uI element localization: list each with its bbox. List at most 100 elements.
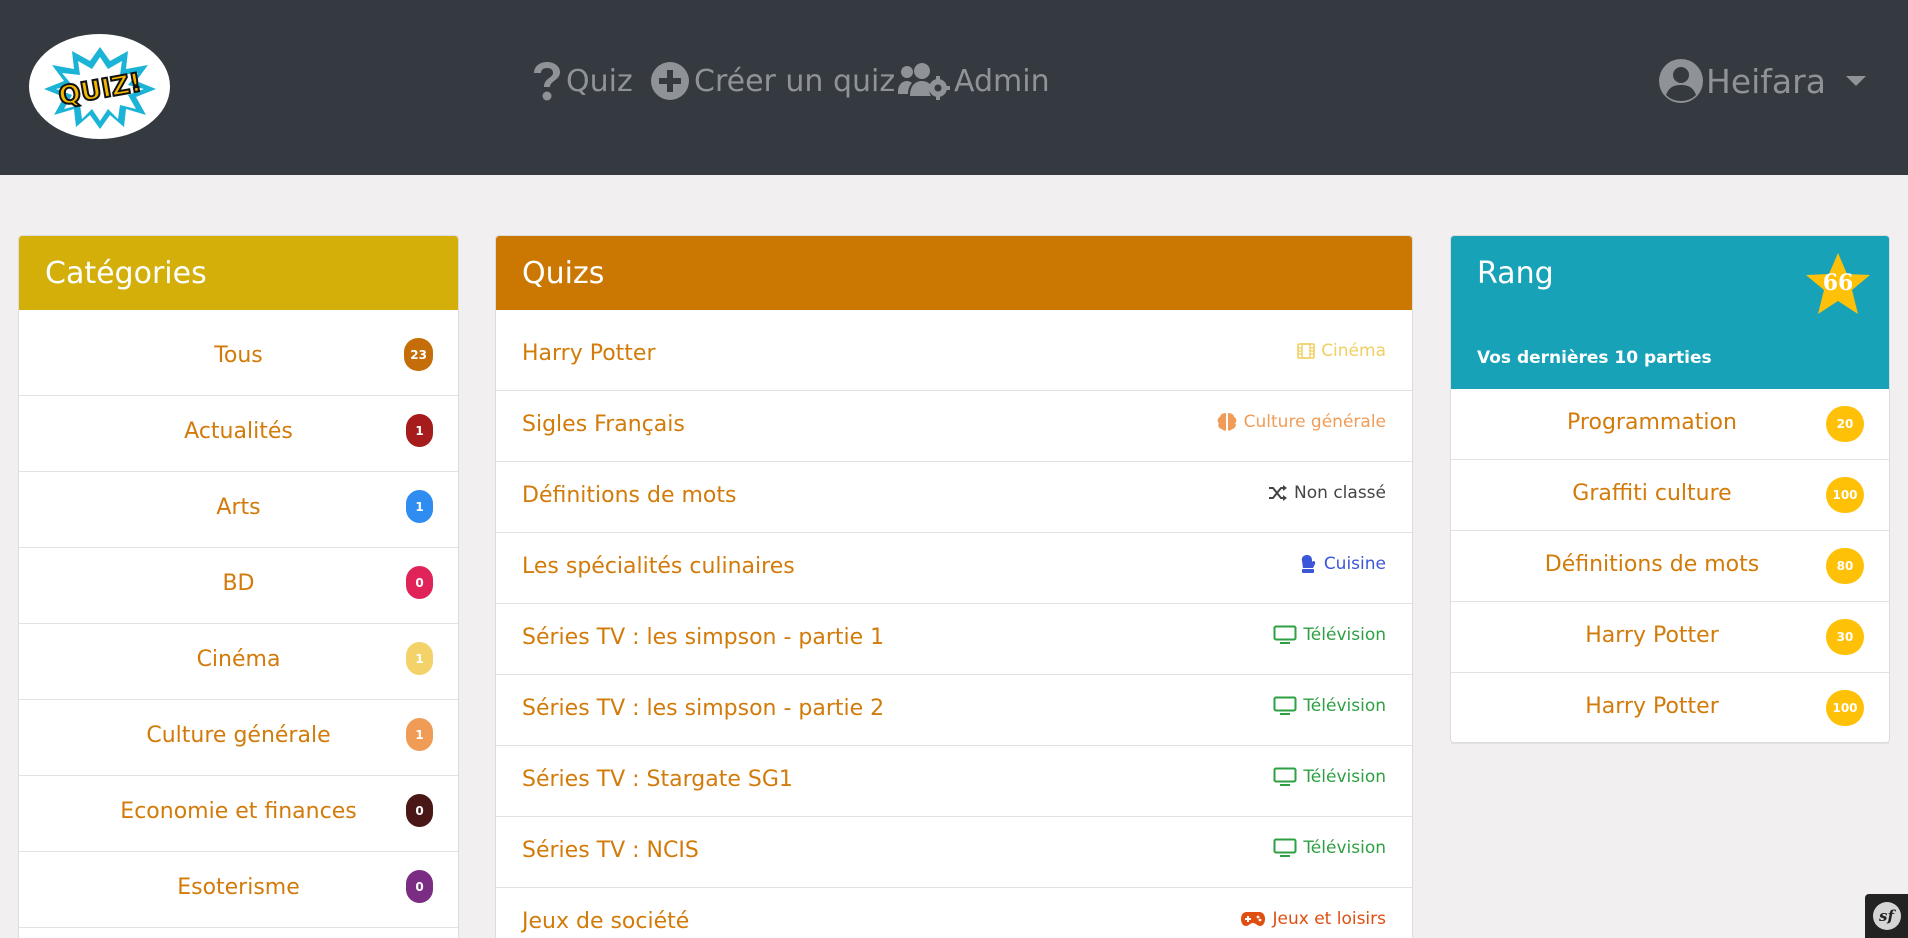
rank-item-label: Harry Potter xyxy=(1585,693,1719,719)
quiz-title: Les spécialités culinaires xyxy=(522,553,795,579)
film-icon xyxy=(1297,343,1315,359)
rank-list: Programmation 20 Graffiti culture 100 Défini… xyxy=(1451,389,1889,744)
quiz-title: Jeux de société xyxy=(522,908,690,934)
category-label: Esoterisme xyxy=(177,875,300,900)
quiz-category: Cuisine xyxy=(1300,554,1386,574)
rank-card: Rang 66 Vos dernières 10 parties Program… xyxy=(1450,235,1890,744)
quiz-category: Jeux et loisirs xyxy=(1240,909,1386,929)
rank-item-label: Graffiti culture xyxy=(1572,480,1732,506)
category-item[interactable]: Cinéma 1 xyxy=(19,624,458,700)
rank-item[interactable]: Harry Potter 100 xyxy=(1451,673,1889,744)
category-item[interactable]: Esoterisme 0 xyxy=(19,852,458,928)
gamepad-icon xyxy=(1240,911,1266,927)
question-icon xyxy=(534,62,560,101)
quiz-title: Séries TV : les simpson - partie 1 xyxy=(522,624,885,650)
quiz-logo-icon: QUIZ! xyxy=(43,46,156,129)
rank-score-badge: 80 xyxy=(1826,548,1864,584)
quizs-card: Quizs Harry Potter Cinéma Sigles Français C… xyxy=(495,235,1413,938)
quiz-category: Télévision xyxy=(1273,696,1386,716)
quiz-category-label: Télévision xyxy=(1303,767,1386,787)
category-count-badge: 1 xyxy=(406,490,433,523)
rank-item[interactable]: Harry Potter 30 xyxy=(1451,602,1889,673)
rank-title: Rang xyxy=(1477,256,1554,291)
category-count-badge: 23 xyxy=(404,338,433,371)
rank-item-label: Programmation xyxy=(1567,409,1737,435)
shuffle-icon xyxy=(1268,484,1288,502)
chevron-down-icon xyxy=(1845,76,1866,86)
category-label: Tous xyxy=(214,343,263,368)
category-item[interactable]: Economie et finances 0 xyxy=(19,776,458,852)
category-label: Arts xyxy=(216,495,261,520)
nav-quiz-label: Quiz xyxy=(566,63,633,99)
category-label: Economie et finances xyxy=(120,799,357,824)
quiz-item[interactable]: Sigles Français Culture générale xyxy=(496,391,1412,462)
symfony-toolbar-toggle[interactable]: sf xyxy=(1865,894,1908,938)
symfony-icon: sf xyxy=(1872,902,1901,930)
quiz-item[interactable]: Séries TV : Stargate SG1 Télévision xyxy=(496,746,1412,817)
category-label: BD xyxy=(222,571,255,596)
rank-value: 66 xyxy=(1822,270,1854,296)
mitten-icon xyxy=(1300,554,1318,574)
category-item[interactable]: Arts 1 xyxy=(19,472,458,548)
category-label: Actualités xyxy=(184,419,293,444)
quiz-item[interactable]: Harry Potter Cinéma xyxy=(496,320,1412,391)
user-name: Heifara xyxy=(1706,61,1826,101)
tv-icon xyxy=(1273,625,1297,645)
category-item[interactable]: Culture générale 1 xyxy=(19,700,458,776)
nav-create-quiz[interactable]: Créer un quiz xyxy=(650,52,895,110)
quiz-category: Télévision xyxy=(1273,838,1386,858)
category-count-badge: 0 xyxy=(406,566,433,599)
star-icon: 66 xyxy=(1805,252,1871,316)
quiz-category-label: Télévision xyxy=(1303,838,1386,858)
tv-icon xyxy=(1273,838,1297,858)
tv-icon xyxy=(1273,696,1297,716)
rank-item[interactable]: Programmation 20 xyxy=(1451,389,1889,460)
rank-score-badge: 100 xyxy=(1826,477,1864,513)
quiz-title: Séries TV : les simpson - partie 2 xyxy=(522,695,885,721)
category-item[interactable]: BD 0 xyxy=(19,548,458,624)
rank-score-badge: 20 xyxy=(1826,406,1864,442)
category-label: Cinéma xyxy=(196,647,281,672)
category-label: Culture générale xyxy=(146,723,331,748)
quiz-logo[interactable]: QUIZ! xyxy=(29,34,170,139)
quiz-item[interactable]: Séries TV : les simpson - partie 1 Télévi… xyxy=(496,604,1412,675)
quiz-category: Non classé xyxy=(1268,483,1386,503)
category-item[interactable]: Actualités 1 xyxy=(19,396,458,472)
quiz-item[interactable]: Jeux de société Jeux et loisirs xyxy=(496,888,1412,938)
quiz-item[interactable]: Séries TV : NCIS Télévision xyxy=(496,817,1412,888)
rank-item[interactable]: Graffiti culture 100 xyxy=(1451,460,1889,531)
quiz-category-label: Télévision xyxy=(1303,696,1386,716)
quiz-item[interactable]: Les spécialités culinaires Cuisine xyxy=(496,533,1412,604)
user-menu-dropdown[interactable]: Heifara xyxy=(1658,52,1866,110)
brain-icon xyxy=(1216,412,1238,432)
quiz-category-label: Jeux et loisirs xyxy=(1272,909,1386,929)
category-count-badge: 1 xyxy=(406,718,433,751)
quiz-title: Sigles Français xyxy=(522,411,685,437)
user-circle-icon xyxy=(1659,59,1703,103)
rank-item[interactable]: Définitions de mots 80 xyxy=(1451,531,1889,602)
rank-subtitle: Vos dernières 10 parties xyxy=(1451,326,1889,389)
quiz-item[interactable]: Séries TV : les simpson - partie 2 Télévi… xyxy=(496,675,1412,746)
quiz-category-label: Cuisine xyxy=(1323,554,1386,574)
rank-header: Rang 66 xyxy=(1451,236,1889,326)
rank-item-label: Définitions de mots xyxy=(1544,551,1760,577)
quiz-category: Cinéma xyxy=(1297,341,1386,361)
rank-score-badge: 100 xyxy=(1826,690,1864,726)
plus-circle-icon xyxy=(651,62,689,100)
category-item[interactable]: Tous 23 xyxy=(19,320,458,396)
rank-score-badge: 30 xyxy=(1826,619,1864,655)
category-count-badge: 0 xyxy=(406,794,433,827)
categories-card: Catégories Tous 23 Actualités 1 Arts 1 BD 0 Ciné… xyxy=(18,235,459,938)
quiz-category-label: Télévision xyxy=(1303,625,1386,645)
quiz-item[interactable]: Définitions de mots Non classé xyxy=(496,462,1412,533)
quiz-category-label: Non classé xyxy=(1294,483,1386,503)
quiz-title: Définitions de mots xyxy=(522,482,737,508)
nav-quiz[interactable]: Quiz xyxy=(532,52,633,110)
quizs-title: Quizs xyxy=(496,236,1412,310)
quiz-title: Harry Potter xyxy=(522,340,656,366)
users-cog-icon xyxy=(898,63,950,100)
nav-admin[interactable]: Admin xyxy=(898,52,1050,110)
rank-item-label: Harry Potter xyxy=(1585,622,1719,648)
nav-create-quiz-label: Créer un quiz xyxy=(694,63,896,99)
category-count-badge: 0 xyxy=(406,870,433,903)
